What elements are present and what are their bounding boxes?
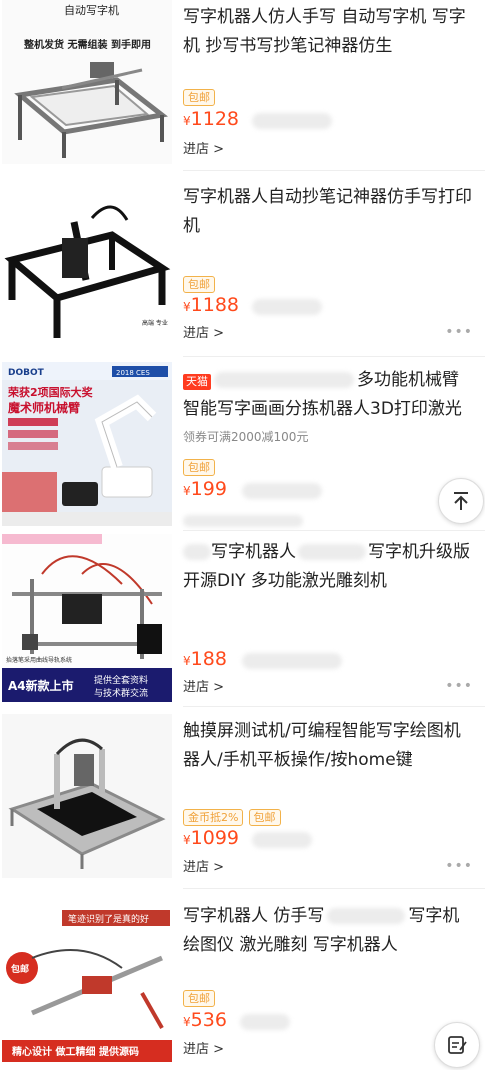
title-text: 绘图仪 激光雕刻 写字机器人 xyxy=(183,935,398,955)
product-image[interactable]: 笔迹识别了是真的好 包邮 精心设计 做工精细 提供源码 xyxy=(2,898,172,1062)
divider xyxy=(183,356,485,357)
enter-shop-link[interactable]: 进店 > xyxy=(183,322,224,341)
thumb-text: 笔迹识别了是真的好 xyxy=(68,913,149,925)
blurred-text xyxy=(214,372,354,388)
product-title[interactable]: 写字机器人自动抄笔记神器仿手写打印机 xyxy=(183,183,475,241)
coin-discount-tag: 金币抵2% xyxy=(183,809,244,826)
thumb-text: 高端 专业 xyxy=(142,319,168,327)
enter-shop-link[interactable]: 进店 > xyxy=(183,856,224,875)
blurred-sales xyxy=(242,652,342,669)
price: ¥1099 xyxy=(183,827,313,849)
currency-symbol: ¥ xyxy=(183,484,191,498)
product-title[interactable]: 写字机器人仿人手写 自动写字机 写字机 抄写书写抄笔记神器仿生 xyxy=(183,3,475,61)
currency-symbol: ¥ xyxy=(183,833,191,847)
thumb-text: 精心设计 做工精细 提供源码 xyxy=(12,1045,139,1058)
divider xyxy=(183,530,485,531)
thumb-text: 整机发货 无需组装 到手即用 xyxy=(23,38,151,51)
enter-shop-link[interactable]: 进店 > xyxy=(183,676,224,695)
thumb-text: 与技术群交流 xyxy=(94,687,148,699)
product-title[interactable]: 写字机器人 写字机升级版 开源DIY 多功能激光雕刻机 xyxy=(183,538,475,596)
blurred-text xyxy=(327,908,406,924)
price: ¥1188 xyxy=(183,294,323,316)
currency-symbol: ¥ xyxy=(183,654,191,668)
blurred-sales xyxy=(252,298,323,315)
enter-shop-link[interactable]: 进店 > xyxy=(183,138,224,157)
price-value: 188 xyxy=(190,648,227,670)
price-value: 536 xyxy=(190,1009,227,1031)
free-shipping-tag: 包邮 xyxy=(248,809,281,826)
blurred-sales xyxy=(242,482,322,499)
blurred-sales xyxy=(252,831,313,848)
product-title[interactable]: 触摸屏测试机/可编程智能写字绘图机器人/手机平板操作/按home键 xyxy=(183,717,475,775)
blurred-text xyxy=(298,544,366,560)
coupon-text[interactable]: 领券可满2000减100元 xyxy=(183,428,308,446)
product-card[interactable]: 触摸屏测试机/可编程智能写字绘图机器人/手机平板操作/按home键 金币抵2% … xyxy=(0,714,485,889)
free-shipping-tag: 包邮 xyxy=(183,89,215,106)
thumb-text: 魔术师机械臂 xyxy=(8,400,80,415)
price: ¥188 xyxy=(183,648,342,670)
product-card[interactable]: 抬落笔采用曲线导轨系统 A4新款上市 提供全套资料 与技术群交流 写字机器人 写字… xyxy=(0,534,485,707)
more-options-button[interactable]: ••• xyxy=(445,324,473,340)
title-text: 写字机器人 xyxy=(211,542,296,562)
product-image[interactable]: 高端 专业 xyxy=(2,180,172,344)
price: ¥536 xyxy=(183,1009,290,1031)
thumb-text: 2018 CES xyxy=(116,369,150,377)
product-image[interactable]: 自动写字机 整机发货 无需组装 到手即用 xyxy=(2,0,172,164)
edit-note-icon xyxy=(448,1036,467,1054)
currency-symbol: ¥ xyxy=(183,300,191,314)
price-value: 1099 xyxy=(190,827,239,849)
divider xyxy=(183,706,485,707)
thumb-text: 荣获2项国际大奖 xyxy=(7,385,94,399)
divider xyxy=(183,170,485,171)
product-image[interactable]: DOBOT 2018 CES 荣获2项国际大奖 魔术师机械臂 xyxy=(2,362,172,526)
thumb-text: 包邮 xyxy=(10,963,29,975)
divider xyxy=(183,888,485,889)
product-card[interactable]: 自动写字机 整机发货 无需组装 到手即用 写字机器人仿人手写 自动写字机 写字机… xyxy=(0,0,485,172)
blurred-sales xyxy=(240,1013,290,1030)
edit-feedback-button[interactable] xyxy=(434,1022,480,1068)
blurred-shop xyxy=(183,510,303,529)
title-text: 多功能机械臂 xyxy=(357,370,459,390)
currency-symbol: ¥ xyxy=(183,114,191,128)
thumb-text: 抬落笔采用曲线导轨系统 xyxy=(6,656,72,664)
free-shipping-tag: 包邮 xyxy=(183,276,215,293)
back-to-top-button[interactable] xyxy=(438,478,484,524)
product-image[interactable] xyxy=(2,714,172,878)
thumb-text: 提供全套资料 xyxy=(94,674,148,686)
price-value: 1188 xyxy=(190,294,239,316)
price: ¥1128 xyxy=(183,108,333,130)
blurred-sales xyxy=(252,112,333,129)
price-value: 1128 xyxy=(190,108,239,130)
product-card[interactable]: DOBOT 2018 CES 荣获2项国际大奖 魔术师机械臂 天猫 多功能机械臂 … xyxy=(0,362,485,534)
free-shipping-tag: 包邮 xyxy=(183,459,215,476)
thumb-text: DOBOT xyxy=(8,368,45,378)
product-title[interactable]: 天猫 多功能机械臂 智能写字画画分拣机器人3D打印激光 xyxy=(183,366,475,424)
title-text: 智能写字画画分拣机器人3D打印激光 xyxy=(183,399,462,419)
product-card[interactable]: 高端 专业 写字机器人自动抄笔记神器仿手写打印机 包邮 ¥1188 进店 > •… xyxy=(0,180,485,357)
title-text: 写字机 xyxy=(408,906,460,926)
more-options-button[interactable]: ••• xyxy=(445,858,473,874)
product-image[interactable]: 抬落笔采用曲线导轨系统 A4新款上市 提供全套资料 与技术群交流 xyxy=(2,534,172,702)
product-title[interactable]: 写字机器人 仿手写 写字机 绘图仪 激光雕刻 写字机器人 xyxy=(183,902,475,960)
currency-symbol: ¥ xyxy=(183,1015,191,1029)
free-shipping-tag: 包邮 xyxy=(183,990,215,1007)
arrow-up-to-top-icon xyxy=(454,492,468,510)
blurred-text xyxy=(183,544,211,560)
tmall-badge: 天猫 xyxy=(183,374,211,390)
product-card[interactable]: 笔迹识别了是真的好 包邮 精心设计 做工精细 提供源码 写字机器人 仿手写 写字机… xyxy=(0,898,485,1070)
thumb-text: A4新款上市 xyxy=(8,678,74,693)
price-value: 199 xyxy=(190,478,227,500)
more-options-button[interactable]: ••• xyxy=(445,678,473,694)
thumb-text: 自动写字机 xyxy=(64,3,119,17)
price: ¥199 xyxy=(183,478,322,500)
title-text: 写字机器人 仿手写 xyxy=(183,906,325,926)
enter-shop-link[interactable]: 进店 > xyxy=(183,1038,224,1057)
